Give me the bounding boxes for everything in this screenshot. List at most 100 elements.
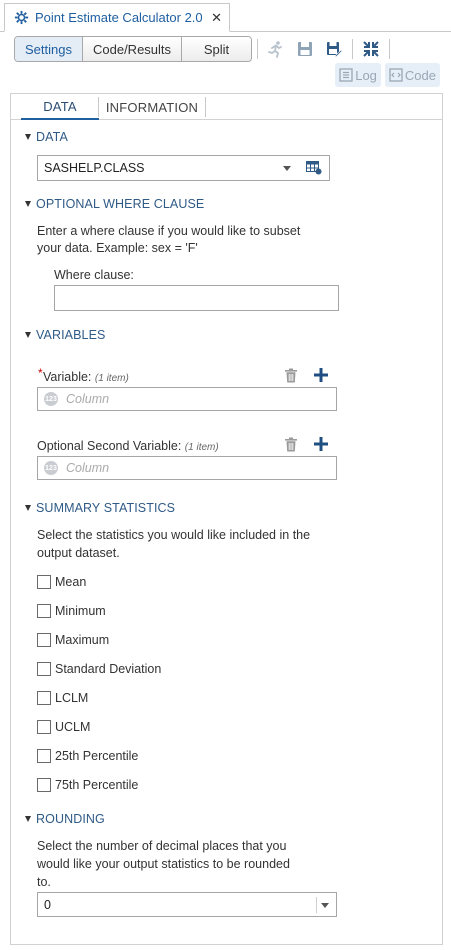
where-clause-label: Where clause: <box>54 268 134 282</box>
section-where-heading: OPTIONAL WHERE CLAUSE <box>36 197 205 211</box>
second-variable-column-placeholder: Column <box>66 461 110 475</box>
settings-subtabs: DATA INFORMATION <box>11 94 442 120</box>
expand-triangle-icon <box>25 816 31 822</box>
expand-triangle-icon <box>25 201 31 207</box>
variable-label: * Variable: (1 item) <box>38 366 129 384</box>
where-description-line2: your data. Example: sex = 'F' <box>37 241 198 255</box>
document-tab[interactable]: Point Estimate Calculator 2.0 ✕ <box>4 3 230 32</box>
summary-description-line2: output dataset. <box>37 546 120 560</box>
expand-triangle-icon <box>25 134 31 140</box>
toolbar-separator <box>257 39 258 59</box>
collapse-icon[interactable] <box>360 39 382 59</box>
checkbox-label: Maximum <box>55 633 110 647</box>
variable-count: (1 item) <box>94 373 129 384</box>
settings-panel: DATA INFORMATION DATA SASHELP.CLASS OPTI… <box>10 93 443 945</box>
checkbox-box[interactable] <box>37 662 51 676</box>
checkbox-label: UCLM <box>55 720 91 734</box>
checkbox-minimum[interactable]: Minimum <box>37 603 106 619</box>
expand-triangle-icon <box>25 332 31 338</box>
trash-icon[interactable] <box>283 436 299 452</box>
tab-data[interactable]: DATA <box>21 94 99 120</box>
variable-label-text: Variable: <box>43 370 92 384</box>
second-variable-count: (1 item) <box>184 442 219 453</box>
numeric-badge-icon: 123 <box>44 461 58 475</box>
checkbox-label: 25th Percentile <box>55 749 139 763</box>
split-mode-button[interactable]: Split <box>182 37 252 61</box>
summary-description-line1: Select the statistics you would like inc… <box>37 528 311 542</box>
required-marker: * <box>38 366 43 380</box>
section-data-heading: DATA <box>36 130 68 144</box>
chevron-down-icon <box>276 156 298 180</box>
tab-divider <box>205 97 206 117</box>
toolbar: Settings Code/Results Split Log Code <box>0 33 451 89</box>
document-tab-title: Point Estimate Calculator 2.0 <box>35 10 203 25</box>
gear-cluster-icon <box>13 10 29 26</box>
rounding-description-line3: to. <box>37 875 51 889</box>
checkbox-75th-percentile[interactable]: 75th Percentile <box>37 777 138 793</box>
checkbox-box[interactable] <box>37 749 51 763</box>
add-icon[interactable] <box>313 367 329 383</box>
checkbox-label: LCLM <box>55 691 89 705</box>
toolbar-separator <box>389 39 390 59</box>
section-summary-toggle[interactable]: SUMMARY STATISTICS <box>25 500 175 516</box>
rounding-select[interactable]: 0 <box>37 892 337 917</box>
checkbox-standard-deviation[interactable]: Standard Deviation <box>37 661 161 677</box>
toolbar-separator <box>352 39 353 59</box>
code-icon <box>389 68 403 82</box>
checkbox-label: Minimum <box>55 604 106 618</box>
checkbox-box[interactable] <box>37 575 51 589</box>
variable-column-placeholder: Column <box>66 392 110 406</box>
checkbox-uclm[interactable]: UCLM <box>37 719 90 735</box>
second-variable-label: Optional Second Variable: (1 item) <box>37 439 219 453</box>
save-icon[interactable] <box>294 39 316 59</box>
code-results-mode-button[interactable]: Code/Results <box>82 37 183 61</box>
checkbox-label: Mean <box>55 575 87 589</box>
section-where-toggle[interactable]: OPTIONAL WHERE CLAUSE <box>25 196 204 212</box>
run-icon[interactable] <box>265 39 287 59</box>
code-button-label: Code <box>404 67 436 83</box>
rounding-select-value: 0 <box>44 897 51 912</box>
section-rounding-heading: ROUNDING <box>36 812 105 826</box>
second-variable-column-field[interactable]: 123 Column <box>37 456 337 480</box>
where-clause-input[interactable] <box>54 285 339 311</box>
dataset-select-value: SASHELP.CLASS <box>44 161 145 175</box>
dataset-browse-button[interactable] <box>298 155 330 181</box>
rounding-description-line2: would like your output statistics to be … <box>37 857 290 871</box>
table-icon <box>305 161 321 175</box>
toolbar-actions <box>257 39 397 59</box>
second-variable-label-text: Optional Second Variable: <box>37 439 182 453</box>
checkbox-box[interactable] <box>37 604 51 618</box>
checkbox-box[interactable] <box>37 720 51 734</box>
add-icon[interactable] <box>313 436 329 452</box>
checkbox-mean[interactable]: Mean <box>37 574 86 590</box>
tab-information[interactable]: INFORMATION <box>99 94 205 120</box>
settings-mode-button[interactable]: Settings <box>15 37 83 61</box>
expand-triangle-icon <box>25 505 31 511</box>
log-button-label: Log <box>355 67 377 83</box>
checkbox-label: 75th Percentile <box>55 778 139 792</box>
log-icon <box>339 68 353 82</box>
log-code-buttons: Log Code <box>331 63 440 87</box>
dataset-select[interactable]: SASHELP.CLASS <box>37 155 299 181</box>
trash-icon[interactable] <box>283 367 299 383</box>
section-rounding-toggle[interactable]: ROUNDING <box>25 811 105 827</box>
log-button[interactable]: Log <box>335 63 381 87</box>
chevron-down-icon <box>314 893 336 917</box>
checkbox-maximum[interactable]: Maximum <box>37 632 109 648</box>
checkbox-box[interactable] <box>37 633 51 647</box>
save-as-icon[interactable] <box>323 39 345 59</box>
close-icon[interactable]: ✕ <box>211 10 222 26</box>
numeric-badge-icon: 123 <box>44 392 58 406</box>
section-data-toggle[interactable]: DATA <box>25 129 68 145</box>
section-summary-heading: SUMMARY STATISTICS <box>36 501 176 515</box>
checkbox-box[interactable] <box>37 778 51 792</box>
checkbox-lclm[interactable]: LCLM <box>37 690 88 706</box>
view-mode-segmented-control: Settings Code/Results Split <box>14 36 253 62</box>
variable-column-field[interactable]: 123 Column <box>37 387 337 411</box>
section-variables-toggle[interactable]: VARIABLES <box>25 327 105 343</box>
checkbox-box[interactable] <box>37 691 51 705</box>
checkbox-25th-percentile[interactable]: 25th Percentile <box>37 748 138 764</box>
checkbox-label: Standard Deviation <box>55 662 162 676</box>
code-button[interactable]: Code <box>384 63 440 87</box>
rounding-description-line1: Select the number of decimal places that… <box>37 839 287 853</box>
